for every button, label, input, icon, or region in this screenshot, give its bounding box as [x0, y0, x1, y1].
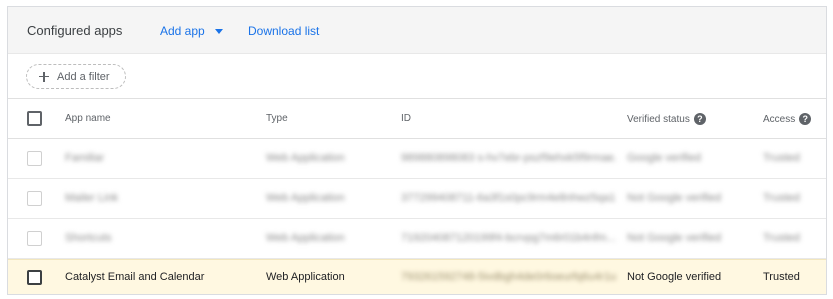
- column-label: App name: [65, 113, 111, 124]
- filter-bar: Add a filter: [8, 54, 826, 99]
- column-label: Verified status: [627, 113, 690, 125]
- add-filter-label: Add a filter: [57, 70, 110, 83]
- id-cell: 377299408711-6a3f1s0pc9rm4e8nhwz5qa1...: [401, 192, 616, 204]
- row-checkbox[interactable]: [27, 270, 42, 285]
- access-cell: Trusted: [763, 192, 800, 204]
- type-cell: Web Application: [266, 192, 345, 204]
- app-name-cell[interactable]: Catalyst Email and Calendar: [65, 271, 204, 283]
- row-checkbox[interactable]: [27, 191, 42, 206]
- access-cell: Trusted: [763, 271, 800, 283]
- select-all-checkbox[interactable]: [27, 111, 42, 126]
- app-name-cell[interactable]: Mailer Link: [65, 192, 118, 204]
- table-row-highlighted[interactable]: Catalyst Email and Calendar Web Applicat…: [8, 259, 826, 294]
- help-icon[interactable]: ?: [799, 113, 812, 125]
- column-header-app-name[interactable]: App name: [65, 113, 111, 124]
- configured-apps-panel: Configured apps Add app Download list Ad…: [7, 6, 827, 295]
- app-name-cell[interactable]: Shortcuts: [65, 232, 111, 244]
- column-header-type[interactable]: Type: [266, 113, 288, 124]
- row-checkbox[interactable]: [27, 231, 42, 246]
- column-header-id[interactable]: ID: [401, 113, 411, 124]
- id-cell: 719204087120199f4-bcrvpg7m6r01b4nfm...: [401, 232, 616, 244]
- add-app-label: Add app: [160, 24, 205, 38]
- column-header-verified-status[interactable]: Verified status ?: [627, 113, 706, 125]
- help-icon[interactable]: ?: [693, 113, 706, 125]
- type-cell: Web Application: [266, 271, 345, 283]
- column-label: Access: [763, 113, 796, 125]
- download-list-link[interactable]: Download list: [248, 24, 319, 38]
- access-cell: Trusted: [763, 232, 800, 244]
- table-row[interactable]: Shortcuts Web Application 71920408712019…: [8, 219, 826, 259]
- add-app-button[interactable]: Add app: [160, 24, 223, 38]
- add-filter-button[interactable]: Add a filter: [26, 64, 126, 89]
- column-label: ID: [401, 113, 411, 124]
- caret-down-icon: [214, 29, 223, 34]
- panel-title: Configured apps: [27, 23, 123, 38]
- table-header: App name Type ID Verified status ? Acces…: [8, 99, 826, 139]
- plus-icon: [39, 71, 49, 82]
- table-row[interactable]: Familiar Web Application 989880898083 s-…: [8, 139, 826, 179]
- type-cell: Web Application: [266, 152, 345, 164]
- id-cell: 793261592748-5ivdbgh4de0r6oeurfq6u4r1u..…: [401, 271, 616, 283]
- access-cell: Trusted: [763, 152, 800, 164]
- verified-status-cell: Google verified: [627, 152, 701, 164]
- column-label: Type: [266, 113, 288, 124]
- verified-status-cell: Not Google verified: [627, 232, 722, 244]
- table-row[interactable]: Mailer Link Web Application 377299408711…: [8, 179, 826, 219]
- id-cell: 989880898083 s-hv7ebr-pszf9ehxk5f9rmae..…: [401, 152, 616, 164]
- verified-status-cell: Not Google verified: [627, 271, 722, 283]
- verified-status-cell: Not Google verified: [627, 192, 722, 204]
- row-checkbox[interactable]: [27, 151, 42, 166]
- column-header-access[interactable]: Access ?: [763, 113, 812, 125]
- app-name-cell[interactable]: Familiar: [65, 152, 104, 164]
- panel-header: Configured apps Add app Download list: [8, 7, 826, 54]
- type-cell: Web Application: [266, 232, 345, 244]
